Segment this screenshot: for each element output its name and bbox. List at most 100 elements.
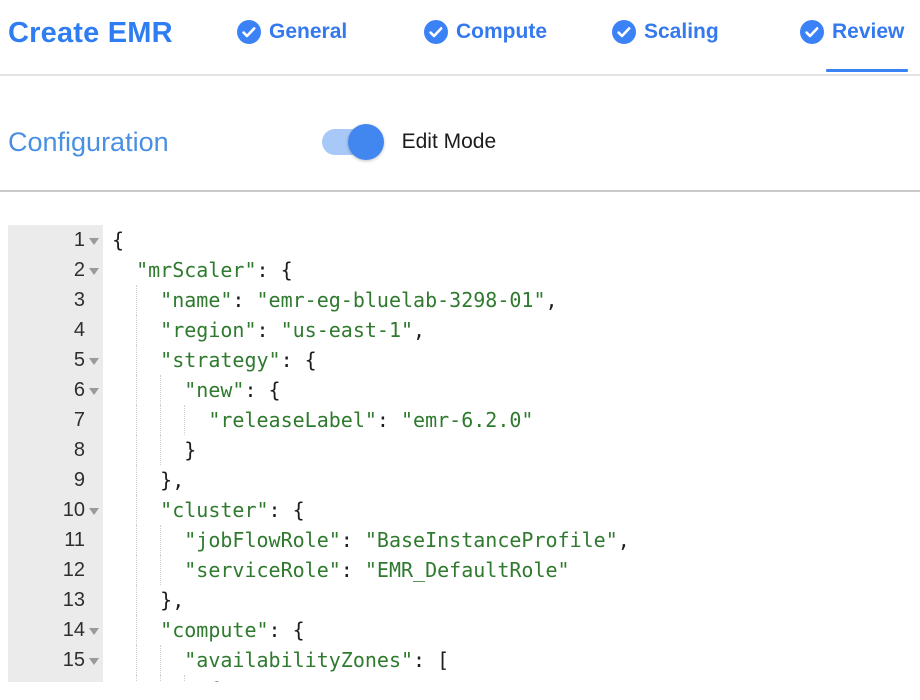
fold-arrow-icon[interactable] [85, 506, 103, 515]
indent-guide [184, 675, 185, 682]
json-string-token: "us-east-1" [281, 318, 413, 342]
code-line[interactable]: { [103, 675, 912, 682]
indent-guide [136, 585, 137, 615]
code-line[interactable]: "jobFlowRole": "BaseInstanceProfile", [103, 525, 912, 555]
indent-guide [136, 315, 137, 345]
gutter-cell: 16 [8, 675, 103, 682]
gutter-cell: 5 [8, 345, 103, 375]
json-punctuation-token: , [618, 528, 630, 552]
json-string-token: "releaseLabel" [208, 408, 377, 432]
json-string-token: "emr-6.2.0" [401, 408, 533, 432]
json-punctuation-token: , [413, 318, 425, 342]
editor-row: 1{ [8, 225, 912, 255]
indent-guide [136, 405, 137, 435]
line-number: 6 [8, 379, 85, 402]
step-label: Compute [456, 20, 547, 44]
code-line[interactable]: "cluster": { [103, 495, 912, 525]
json-punctuation-token: : { [244, 378, 280, 402]
indent-guide [136, 645, 137, 675]
indent-guide [136, 375, 137, 405]
json-editor[interactable]: 1{2 "mrScaler": {3 "name": "emr-eg-bluel… [8, 225, 912, 682]
line-number: 3 [8, 289, 85, 312]
create-emr-page: Create EMR GeneralComputeScalingReview C… [0, 0, 920, 682]
code-line[interactable]: "availabilityZones": [ [103, 645, 912, 675]
json-punctuation-token: : [232, 288, 256, 312]
json-string-token: "mrScaler" [136, 258, 256, 282]
line-number: 1 [8, 229, 85, 252]
gutter-cell: 14 [8, 615, 103, 645]
json-punctuation-token: } [184, 438, 196, 462]
fold-arrow-icon[interactable] [85, 356, 103, 365]
gutter-cell: 7 [8, 405, 103, 435]
code-line[interactable]: "strategy": { [103, 345, 912, 375]
code-line[interactable]: "name": "emr-eg-bluelab-3298-01", [103, 285, 912, 315]
step-review[interactable]: Review [800, 0, 904, 64]
json-punctuation-token: : { [269, 618, 305, 642]
step-label: Review [832, 20, 904, 44]
line-number: 4 [8, 319, 85, 342]
gutter-cell: 6 [8, 375, 103, 405]
editor-row: 16 { [8, 675, 912, 682]
json-punctuation-token: : [257, 318, 281, 342]
gutter-cell: 1 [8, 225, 103, 255]
line-number: 16 [8, 679, 85, 683]
check-circle-icon [612, 20, 636, 44]
editor-row: 10 "cluster": { [8, 495, 912, 525]
line-number: 8 [8, 439, 85, 462]
json-string-token: "emr-eg-bluelab-3298-01" [257, 288, 546, 312]
step-general[interactable]: General [237, 0, 347, 64]
editor-row: 7 "releaseLabel": "emr-6.2.0" [8, 405, 912, 435]
indent-guide [136, 435, 137, 465]
editor-row: 5 "strategy": { [8, 345, 912, 375]
indent-guide [136, 495, 137, 525]
indent-guide [136, 555, 137, 585]
code-line[interactable]: }, [103, 585, 912, 615]
indent-guide [160, 435, 161, 465]
json-string-token: "cluster" [160, 498, 268, 522]
code-line[interactable]: "releaseLabel": "emr-6.2.0" [103, 405, 912, 435]
code-line[interactable]: "compute": { [103, 615, 912, 645]
fold-arrow-icon[interactable] [85, 656, 103, 665]
json-punctuation-token: : [341, 528, 365, 552]
edit-mode-label: Edit Mode [402, 130, 497, 154]
indent-guide [160, 645, 161, 675]
fold-arrow-icon[interactable] [85, 386, 103, 395]
json-punctuation-token: { [112, 228, 124, 252]
json-string-token: "availabilityZones" [184, 648, 413, 672]
json-punctuation-token: { [208, 678, 220, 682]
fold-arrow-icon[interactable] [85, 236, 103, 245]
indent-guide [136, 285, 137, 315]
code-line[interactable]: "region": "us-east-1", [103, 315, 912, 345]
indent-guide [160, 675, 161, 682]
fold-arrow-icon[interactable] [85, 266, 103, 275]
gutter-cell: 11 [8, 525, 103, 555]
line-number: 9 [8, 469, 85, 492]
code-line[interactable]: "new": { [103, 375, 912, 405]
json-string-token: "name" [160, 288, 232, 312]
step-scaling[interactable]: Scaling [612, 0, 719, 64]
indent-guide [160, 555, 161, 585]
code-line[interactable]: } [103, 435, 912, 465]
configuration-section: Configuration Edit Mode [0, 76, 920, 190]
gutter-cell: 2 [8, 255, 103, 285]
json-string-token: "region" [160, 318, 256, 342]
step-compute[interactable]: Compute [424, 0, 547, 64]
editor-row: 4 "region": "us-east-1", [8, 315, 912, 345]
code-line[interactable]: "mrScaler": { [103, 255, 912, 285]
json-string-token: "jobFlowRole" [184, 528, 341, 552]
json-punctuation-token: , [546, 288, 558, 312]
gutter-cell: 3 [8, 285, 103, 315]
json-punctuation-token: : [ [413, 648, 449, 672]
section-divider [0, 190, 920, 192]
indent-guide [160, 375, 161, 405]
edit-mode-toggle[interactable] [322, 129, 382, 155]
line-number: 11 [8, 529, 85, 552]
configuration-heading: Configuration [8, 127, 169, 158]
indent-guide [136, 615, 137, 645]
code-line[interactable]: { [103, 225, 912, 255]
fold-arrow-icon[interactable] [85, 626, 103, 635]
code-line[interactable]: }, [103, 465, 912, 495]
editor-row: 3 "name": "emr-eg-bluelab-3298-01", [8, 285, 912, 315]
editor-row: 11 "jobFlowRole": "BaseInstanceProfile", [8, 525, 912, 555]
code-line[interactable]: "serviceRole": "EMR_DefaultRole" [103, 555, 912, 585]
